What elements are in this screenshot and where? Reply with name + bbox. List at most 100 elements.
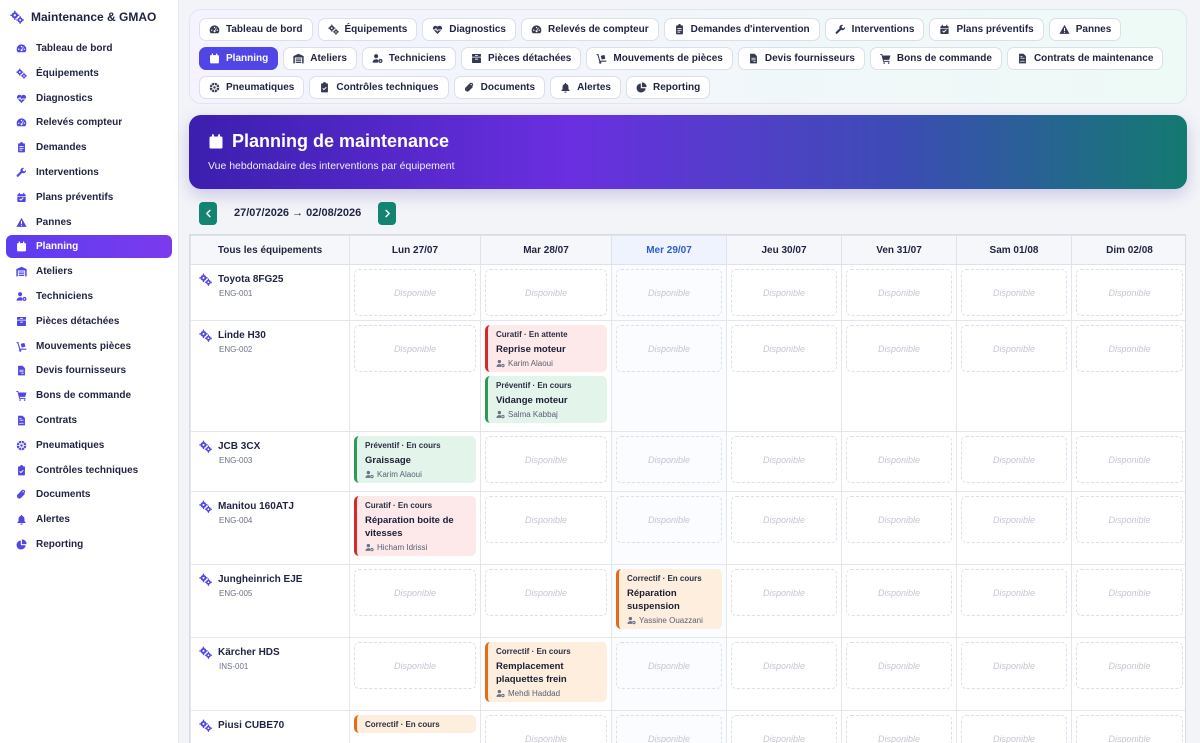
day-cell[interactable]: Disponible bbox=[956, 264, 1072, 321]
tab-mouvements-de-pieces[interactable]: Mouvements de pièces bbox=[586, 47, 733, 70]
day-cell[interactable]: Disponible bbox=[841, 264, 957, 321]
equipment-cell[interactable]: JCB 3CX ENG-003 bbox=[190, 431, 350, 492]
day-cell[interactable]: Disponible bbox=[349, 637, 481, 711]
available-slot[interactable]: Disponible bbox=[1076, 269, 1183, 316]
tab-demandes-d-intervention[interactable]: Demandes d'intervention bbox=[663, 18, 820, 41]
available-slot[interactable]: Disponible bbox=[731, 715, 837, 743]
available-slot[interactable]: Disponible bbox=[846, 496, 952, 543]
tab-controles-techniques[interactable]: Contrôles techniques bbox=[309, 76, 449, 99]
available-slot[interactable]: Disponible bbox=[731, 496, 837, 543]
day-cell[interactable]: Disponible bbox=[726, 564, 842, 638]
sidebar-item-plans-preventifs[interactable]: Plans préventifs bbox=[6, 186, 172, 209]
day-cell[interactable]: Disponible bbox=[726, 637, 842, 711]
available-slot[interactable]: Disponible bbox=[1076, 569, 1183, 616]
available-slot[interactable]: Disponible bbox=[846, 436, 952, 483]
tab-pieces-detachees[interactable]: Pièces détachées bbox=[460, 47, 582, 70]
available-slot[interactable]: Disponible bbox=[731, 436, 837, 483]
available-slot[interactable]: Disponible bbox=[1076, 715, 1183, 743]
app-brand[interactable]: Maintenance & GMAO bbox=[0, 0, 178, 34]
intervention-card[interactable]: Correctif · En cours Réparation suspensio… bbox=[616, 569, 722, 629]
day-cell[interactable]: Curatif · En cours Réparation boite de vi… bbox=[349, 491, 481, 565]
available-slot[interactable]: Disponible bbox=[731, 325, 837, 372]
day-cell[interactable]: Disponible bbox=[1071, 637, 1185, 711]
available-slot[interactable]: Disponible bbox=[485, 436, 607, 483]
sidebar-item-alertes[interactable]: Alertes bbox=[6, 508, 172, 531]
available-slot[interactable]: Disponible bbox=[354, 569, 476, 616]
sidebar-item-contrats[interactable]: Contrats bbox=[6, 409, 172, 432]
sidebar-item-releves-compteur[interactable]: Relevés compteur bbox=[6, 111, 172, 134]
sidebar-item-reporting[interactable]: Reporting bbox=[6, 533, 172, 556]
equipment-cell[interactable]: Linde H30 ENG-002 bbox=[190, 320, 350, 432]
day-cell[interactable]: Disponible bbox=[841, 710, 957, 743]
tab-alertes[interactable]: Alertes bbox=[550, 76, 621, 99]
available-slot[interactable]: Disponible bbox=[1076, 325, 1183, 372]
day-cell[interactable]: Disponible bbox=[841, 637, 957, 711]
available-slot[interactable]: Disponible bbox=[731, 569, 837, 616]
intervention-card[interactable]: Curatif · En attente Reprise moteur Karim … bbox=[485, 325, 607, 372]
day-cell[interactable]: Disponible bbox=[611, 264, 727, 321]
day-cell[interactable]: Disponible bbox=[841, 564, 957, 638]
day-cell[interactable]: Disponible bbox=[480, 564, 612, 638]
available-slot[interactable]: Disponible bbox=[1076, 436, 1183, 483]
sidebar-item-equipements[interactable]: Équipements bbox=[6, 62, 172, 85]
available-slot[interactable]: Disponible bbox=[846, 715, 952, 743]
available-slot[interactable]: Disponible bbox=[616, 436, 722, 483]
tab-equipements[interactable]: Équipements bbox=[317, 18, 418, 41]
available-slot[interactable]: Disponible bbox=[1076, 642, 1183, 689]
tab-documents[interactable]: Documents bbox=[453, 76, 546, 99]
day-cell[interactable]: Disponible bbox=[956, 710, 1072, 743]
day-cell[interactable]: Disponible bbox=[956, 431, 1072, 492]
day-cell[interactable]: Disponible bbox=[841, 320, 957, 432]
available-slot[interactable]: Disponible bbox=[846, 269, 952, 316]
tab-devis-fournisseurs[interactable]: Devis fournisseurs bbox=[737, 47, 865, 70]
available-slot[interactable]: Disponible bbox=[616, 325, 722, 372]
sidebar-item-controles-techniques[interactable]: Contrôles techniques bbox=[6, 459, 172, 482]
intervention-card[interactable]: Curatif · En cours Réparation boite de vi… bbox=[354, 496, 476, 556]
available-slot[interactable]: Disponible bbox=[616, 642, 722, 689]
day-cell[interactable]: Disponible bbox=[611, 320, 727, 432]
intervention-card[interactable]: Correctif · En cours bbox=[354, 715, 476, 733]
available-slot[interactable]: Disponible bbox=[354, 642, 476, 689]
intervention-card[interactable]: Correctif · En cours Remplacement plaquet… bbox=[485, 642, 607, 702]
tab-pneumatiques[interactable]: Pneumatiques bbox=[199, 76, 305, 99]
equipment-cell[interactable]: Jungheinrich EJE ENG-005 bbox=[190, 564, 350, 638]
available-slot[interactable]: Disponible bbox=[1076, 496, 1183, 543]
day-cell[interactable]: Disponible bbox=[726, 264, 842, 321]
day-cell[interactable]: Disponible bbox=[726, 491, 842, 565]
sidebar-item-ateliers[interactable]: Ateliers bbox=[6, 260, 172, 283]
day-cell[interactable]: Disponible bbox=[956, 320, 1072, 432]
day-cell[interactable]: Disponible bbox=[480, 264, 612, 321]
next-week-button[interactable] bbox=[378, 201, 397, 225]
tab-tableau-de-bord[interactable]: Tableau de bord bbox=[199, 18, 313, 41]
tab-pannes[interactable]: Pannes bbox=[1048, 18, 1122, 41]
sidebar-item-pneumatiques[interactable]: Pneumatiques bbox=[6, 434, 172, 457]
tab-reporting[interactable]: Reporting bbox=[625, 76, 711, 99]
available-slot[interactable]: Disponible bbox=[616, 269, 722, 316]
available-slot[interactable]: Disponible bbox=[961, 325, 1067, 372]
available-slot[interactable]: Disponible bbox=[961, 436, 1067, 483]
tab-interventions[interactable]: Interventions bbox=[824, 18, 925, 41]
day-cell[interactable]: Disponible bbox=[349, 264, 481, 321]
day-cell[interactable]: Disponible bbox=[956, 564, 1072, 638]
available-slot[interactable]: Disponible bbox=[354, 269, 476, 316]
tab-planning[interactable]: Planning bbox=[199, 47, 279, 70]
day-cell[interactable]: Disponible bbox=[349, 320, 481, 432]
available-slot[interactable]: Disponible bbox=[961, 715, 1067, 743]
intervention-card[interactable]: Préventif · En cours Graissage Karim Alaou… bbox=[354, 436, 476, 483]
available-slot[interactable]: Disponible bbox=[731, 642, 837, 689]
sidebar-item-mouvements-pieces[interactable]: Mouvements pièces bbox=[6, 335, 172, 358]
available-slot[interactable]: Disponible bbox=[846, 569, 952, 616]
day-cell[interactable]: Disponible bbox=[956, 637, 1072, 711]
tab-techniciens[interactable]: Techniciens bbox=[361, 47, 456, 70]
day-cell[interactable]: Disponible bbox=[1071, 320, 1185, 432]
available-slot[interactable]: Disponible bbox=[846, 642, 952, 689]
day-cell[interactable]: Disponible bbox=[480, 710, 612, 743]
day-cell[interactable]: Disponible bbox=[1071, 431, 1185, 492]
tab-ateliers[interactable]: Ateliers bbox=[283, 47, 357, 70]
day-cell[interactable]: Disponible bbox=[726, 710, 842, 743]
day-cell[interactable]: Disponible bbox=[480, 431, 612, 492]
available-slot[interactable]: Disponible bbox=[485, 715, 607, 743]
day-cell[interactable]: Disponible bbox=[611, 491, 727, 565]
day-cell[interactable]: Disponible bbox=[726, 431, 842, 492]
sidebar-item-pannes[interactable]: Pannes bbox=[6, 211, 172, 234]
